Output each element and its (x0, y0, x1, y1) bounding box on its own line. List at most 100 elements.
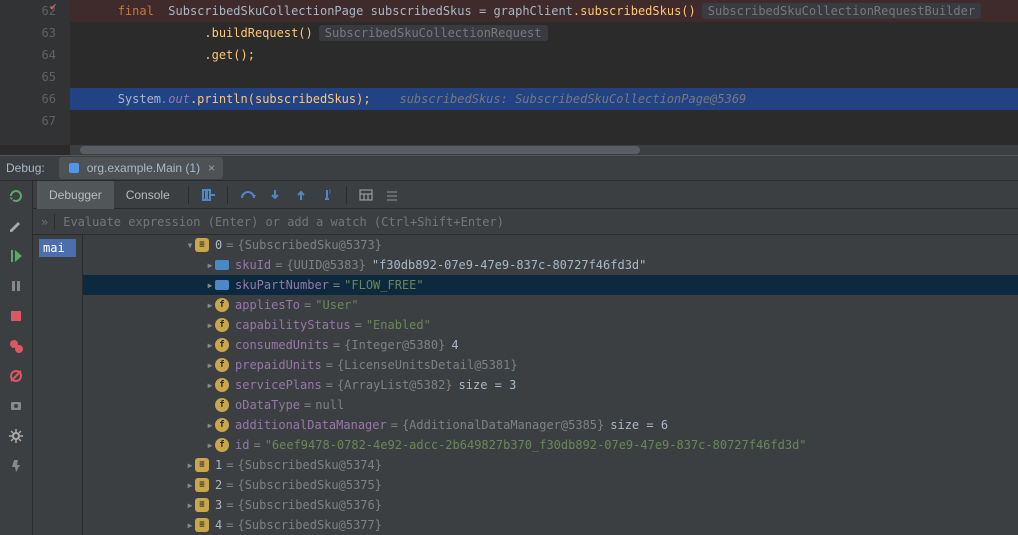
stop-icon[interactable] (7, 307, 25, 325)
expand-arrow-icon[interactable] (205, 275, 215, 295)
editor-h-scrollbar[interactable] (70, 145, 1018, 155)
variable-node[interactable]: ≡ 1 = {SubscribedSku@5374} (83, 455, 1018, 475)
variable-node[interactable]: f servicePlans = {ArrayList@5382} size =… (83, 375, 1018, 395)
editor-gutter: ✔ 62 63 64 65 66 67 (0, 0, 70, 145)
inline-debug-hint: subscribedSkus: SubscribedSkuCollectionP… (399, 92, 746, 106)
field-badge-icon: f (215, 318, 229, 332)
field-badge-icon: f (215, 398, 229, 412)
equals: = (326, 355, 333, 375)
tag-badge-icon (215, 280, 229, 290)
variable-node[interactable]: f consumedUnits = {Integer@5380} 4 (83, 335, 1018, 355)
field-badge-icon: f (215, 358, 229, 372)
step-into-icon[interactable] (268, 188, 282, 202)
variable-node[interactable]: f prepaidUnits = {LicenseUnitsDetail@538… (83, 355, 1018, 375)
variable-node[interactable]: ≡ 0 = {SubscribedSku@5373} (83, 235, 1018, 255)
value: 4 (451, 335, 458, 355)
identifier: graphClient (493, 4, 572, 18)
equals: = (275, 255, 282, 275)
trace-current-stream-chain-icon[interactable] (385, 188, 399, 202)
expand-arrow-icon[interactable] (185, 235, 195, 255)
variable-node[interactable]: ≡ 2 = {SubscribedSku@5375} (83, 475, 1018, 495)
identifier: System (118, 92, 161, 106)
method-call: .subscribedSkus() (573, 4, 696, 18)
variable-node[interactable]: f appliesTo = "User" (83, 295, 1018, 315)
expand-arrow-icon[interactable] (205, 335, 215, 355)
variables-panel[interactable]: ≡ 0 = {SubscribedSku@5373} skuId = {UUID… (83, 235, 1018, 535)
debug-session-tab[interactable]: org.example.Main (1) × (59, 157, 223, 179)
breakpoint-icon[interactable]: ✔ (50, 0, 57, 13)
modify-run-config-icon[interactable] (7, 217, 25, 235)
frame-item[interactable]: mai (39, 239, 76, 257)
expand-arrow-icon[interactable] (205, 315, 215, 335)
tab-console[interactable]: Console (114, 181, 182, 209)
evaluate-expression-row: » (33, 209, 1018, 235)
equals: = (226, 455, 233, 475)
field-name: prepaidUnits (235, 355, 322, 375)
get-thread-dump-icon[interactable] (7, 397, 25, 415)
object-ref: {SubscribedSku@5376} (237, 495, 382, 515)
value: null (315, 395, 344, 415)
evaluate-expression-icon[interactable] (359, 188, 373, 202)
expand-arrow-icon[interactable] (185, 475, 195, 495)
mute-breakpoints-icon[interactable] (7, 367, 25, 385)
step-out-icon[interactable] (294, 188, 308, 202)
field-name: appliesTo (235, 295, 300, 315)
equals: = (391, 415, 398, 435)
value: "6eef9478-0782-4e92-adcc-2b649827b370_f3… (265, 435, 807, 455)
expand-arrow-icon[interactable] (185, 455, 195, 475)
view-breakpoints-icon[interactable] (7, 337, 25, 355)
expand-arrow-icon[interactable] (185, 495, 195, 515)
pause-icon[interactable] (7, 277, 25, 295)
expand-arrow-icon[interactable] (185, 515, 195, 535)
variable-node-selected[interactable]: skuPartNumber = "FLOW_FREE" (83, 275, 1018, 295)
variable-node[interactable]: f id = "6eef9478-0782-4e92-adcc-2b649827… (83, 435, 1018, 455)
variable-node[interactable]: f oDataType = null (83, 395, 1018, 415)
history-chevron-icon[interactable]: » (41, 215, 48, 229)
step-over-icon[interactable] (240, 188, 256, 202)
value: "Enabled" (366, 315, 431, 335)
field-badge-icon: f (215, 338, 229, 352)
run-to-cursor-icon[interactable]: I (320, 188, 334, 202)
expand-arrow-icon[interactable] (205, 435, 215, 455)
show-execution-point-icon[interactable] (201, 188, 215, 202)
expand-arrow-icon[interactable] (205, 355, 215, 375)
method-call: .get(); (204, 48, 255, 62)
code-editor[interactable]: ✔ 62 63 64 65 66 67 final SubscribedSkuC… (0, 0, 1018, 145)
variable-node[interactable]: skuId = {UUID@5383} "f30db892-07e9-47e9-… (83, 255, 1018, 275)
object-ref: {UUID@5383} (286, 255, 365, 275)
variable-node[interactable]: ≡ 4 = {SubscribedSku@5377} (83, 515, 1018, 535)
run-config-icon (67, 161, 81, 175)
object-ref: {SubscribedSku@5375} (237, 475, 382, 495)
field-name: skuId (235, 255, 271, 275)
evaluate-expression-input[interactable] (63, 215, 1018, 229)
debug-toolwindow-header: Debug: org.example.Main (1) × (0, 155, 1018, 181)
field-name: consumedUnits (235, 335, 329, 355)
field-name: capabilityStatus (235, 315, 351, 335)
size-text: size = 3 (459, 375, 517, 395)
tab-debugger[interactable]: Debugger (37, 181, 114, 209)
scrollbar-thumb[interactable] (80, 146, 640, 154)
variable-node[interactable]: f additionalDataManager = {AdditionalDat… (83, 415, 1018, 435)
settings-icon[interactable] (7, 427, 25, 445)
expand-arrow-icon[interactable] (205, 295, 215, 315)
expand-arrow-icon[interactable] (205, 255, 215, 275)
equals: = (304, 395, 311, 415)
close-tab-icon[interactable]: × (208, 161, 215, 175)
line-number: 66 (0, 88, 56, 110)
editor-content[interactable]: final SubscribedSkuCollectionPage subscr… (70, 0, 1018, 145)
method-call: .println(subscribedSkus); (190, 92, 371, 106)
equals: = (355, 315, 362, 335)
rerun-icon[interactable] (7, 187, 25, 205)
object-ref: {Integer@5380} (344, 335, 445, 355)
variable-node[interactable]: f capabilityStatus = "Enabled" (83, 315, 1018, 335)
expand-arrow-icon[interactable] (205, 415, 215, 435)
variable-node[interactable]: ≡ 3 = {SubscribedSku@5376} (83, 495, 1018, 515)
line-number: 64 (0, 44, 56, 66)
object-ref: {SubscribedSku@5373} (237, 235, 382, 255)
pin-icon[interactable] (7, 457, 25, 475)
keyword-final: final (118, 4, 154, 18)
expand-arrow-icon[interactable] (205, 375, 215, 395)
element-badge-icon: ≡ (195, 498, 209, 512)
frames-panel[interactable]: mai (33, 235, 83, 535)
resume-icon[interactable] (7, 247, 25, 265)
